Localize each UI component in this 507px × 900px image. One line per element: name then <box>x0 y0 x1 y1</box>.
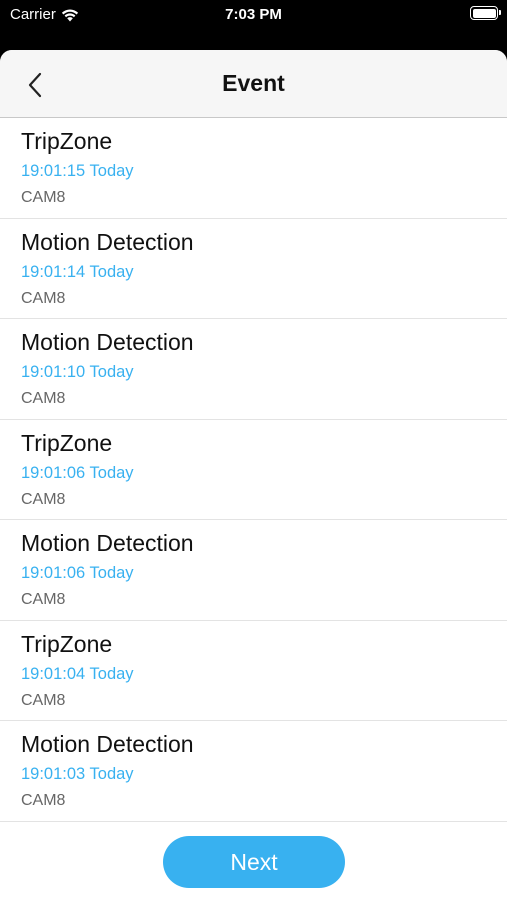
event-time: 19:01:03 Today <box>21 765 134 783</box>
event-camera: CAM8 <box>21 591 66 608</box>
event-sheet: Event TripZone 19:01:15 Today CAM8 Motio… <box>0 50 507 900</box>
event-time: 19:01:06 Today <box>21 564 134 582</box>
event-list: TripZone 19:01:15 Today CAM8 Motion Dete… <box>0 118 507 822</box>
event-camera: CAM8 <box>21 189 66 206</box>
event-type: TripZone <box>21 630 113 657</box>
event-time: 19:01:14 Today <box>21 262 134 281</box>
event-type: TripZone <box>21 128 113 154</box>
event-time: 19:01:10 Today <box>21 363 134 381</box>
next-button[interactable]: Next <box>163 836 345 888</box>
event-time: 19:01:04 Today <box>21 664 134 683</box>
event-list-item[interactable]: Motion Detection 19:01:10 Today CAM8 <box>0 319 507 420</box>
event-time: 19:01:06 Today <box>21 463 134 482</box>
event-list-item[interactable]: TripZone 19:01:06 Today CAM8 <box>0 420 507 520</box>
event-list-item[interactable]: Motion Detection 19:01:14 Today CAM8 <box>0 219 507 319</box>
event-type: TripZone <box>21 429 113 456</box>
navigation-bar: Event <box>0 50 507 118</box>
battery-icon <box>470 6 501 20</box>
event-list-item[interactable]: Motion Detection 19:01:03 Today CAM8 <box>0 721 507 822</box>
page-title: Event <box>222 70 285 96</box>
event-camera: CAM8 <box>21 490 66 508</box>
event-time: 19:01:15 Today <box>21 162 134 180</box>
event-type: Motion Detection <box>21 731 194 757</box>
event-list-item[interactable]: TripZone 19:01:04 Today CAM8 <box>0 621 507 721</box>
event-list-item[interactable]: TripZone 19:01:15 Today CAM8 <box>0 118 507 219</box>
event-camera: CAM8 <box>21 691 66 709</box>
status-bar: Carrier 7:03 PM <box>0 0 507 50</box>
event-camera: CAM8 <box>21 792 66 809</box>
event-type: Motion Detection <box>21 530 194 556</box>
event-camera: CAM8 <box>21 289 66 307</box>
event-list-item[interactable]: Motion Detection 19:01:06 Today CAM8 <box>0 520 507 621</box>
event-type: Motion Detection <box>21 228 194 255</box>
event-camera: CAM8 <box>21 390 66 407</box>
status-time: 7:03 PM <box>225 6 282 23</box>
event-type: Motion Detection <box>21 329 194 355</box>
